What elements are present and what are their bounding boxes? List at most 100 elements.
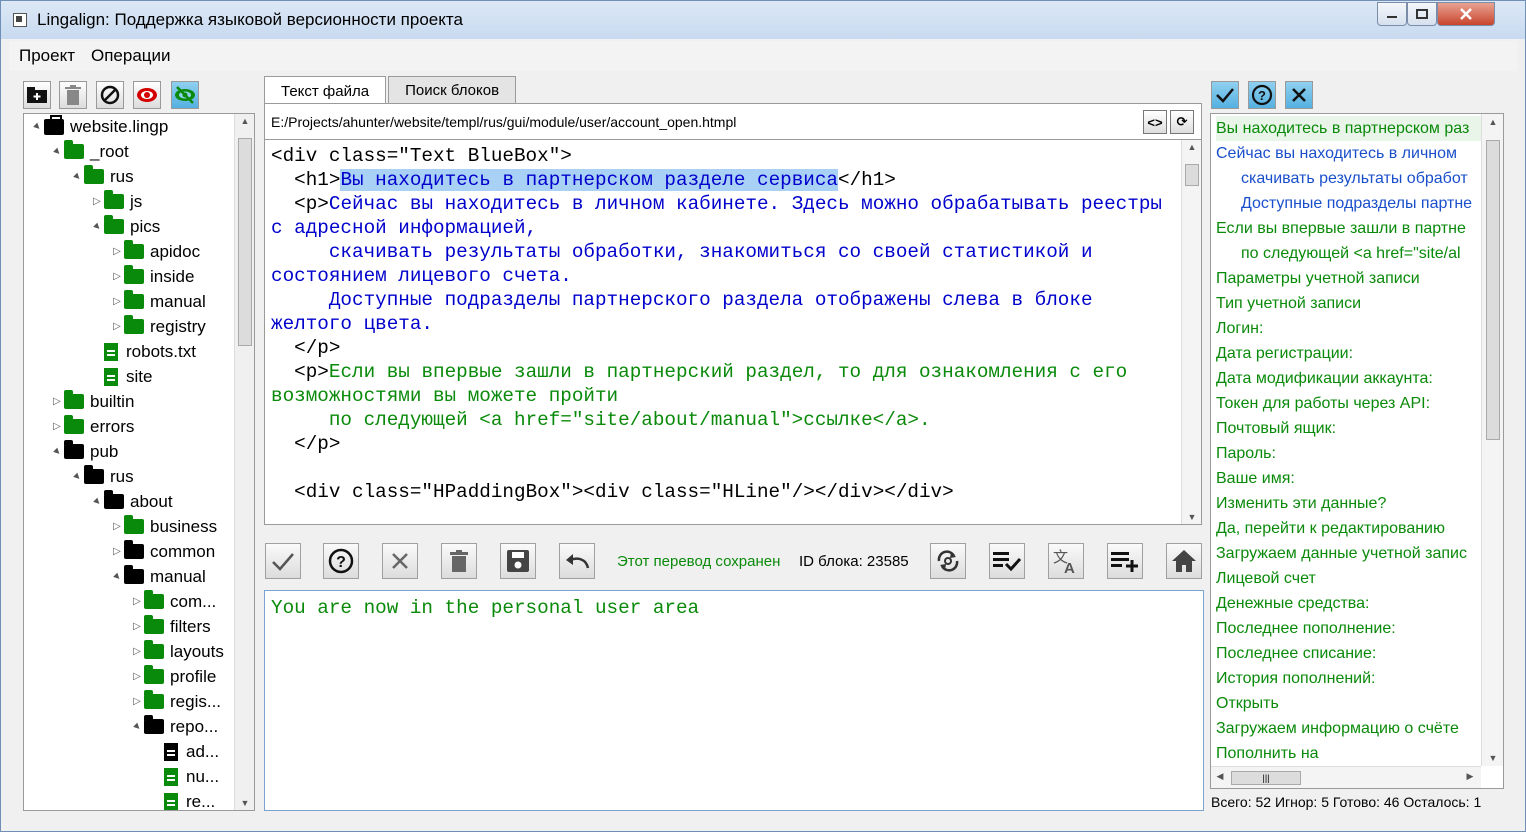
show-done-button[interactable]: [1211, 81, 1239, 109]
maximize-button[interactable]: [1407, 2, 1437, 26]
tree-item[interactable]: ▷ com...: [130, 589, 216, 614]
block-item[interactable]: Дата регистрации:: [1216, 341, 1481, 366]
tree-item[interactable]: ▷ business: [110, 514, 217, 539]
tree-item[interactable]: ▷ js: [90, 189, 142, 214]
show-rejected-button[interactable]: [1285, 81, 1313, 109]
block-item[interactable]: История пополнений:: [1216, 666, 1481, 691]
block-item[interactable]: Ваше имя:: [1216, 466, 1481, 491]
block-item[interactable]: Параметры учетной записи: [1216, 266, 1481, 291]
collapsed-arrow-icon[interactable]: ▷: [130, 621, 144, 632]
show-ignored-button[interactable]: [133, 81, 161, 109]
add-folder-button[interactable]: [23, 81, 51, 109]
block-item[interactable]: Пополнить на: [1216, 741, 1481, 766]
tree-item[interactable]: ▷ registry: [110, 314, 206, 339]
translation-editor[interactable]: You are now in the personal user area: [264, 590, 1204, 811]
collapsed-arrow-icon[interactable]: ▷: [130, 696, 144, 707]
collapsed-arrow-icon[interactable]: ▷: [110, 521, 124, 532]
tree-item[interactable]: ▷ profile: [130, 664, 216, 689]
tree-item[interactable]: ad...: [150, 739, 219, 764]
block-item[interactable]: Дата модификации аккаунта:: [1216, 366, 1481, 391]
block-item[interactable]: Токен для работы через API:: [1216, 391, 1481, 416]
tree-scrollbar[interactable]: ▲ ▼: [234, 114, 254, 810]
tree-item[interactable]: ▲ manual: [110, 564, 206, 589]
delete-button[interactable]: [59, 81, 87, 109]
collapsed-arrow-icon[interactable]: ▷: [90, 196, 104, 207]
collapsed-arrow-icon[interactable]: ▷: [50, 421, 64, 432]
blocks-hscrollbar[interactable]: ◀ ||| ▶: [1211, 766, 1481, 788]
tree-item[interactable]: ▲ _root: [50, 139, 129, 164]
scroll-right-icon[interactable]: ▶: [1463, 771, 1477, 782]
sync-button[interactable]: [930, 543, 966, 579]
project-tree[interactable]: ▲ website.lingp ▲ _root ▲ rus ▷ js ▲ pics ▷ apidoc ▷…: [23, 113, 255, 811]
tree-item[interactable]: ▲ rus: [70, 464, 134, 489]
block-item[interactable]: скачивать результаты обработ: [1241, 166, 1481, 191]
tree-item[interactable]: ▷ manual: [110, 289, 206, 314]
home-button[interactable]: [1166, 543, 1202, 579]
tree-item[interactable]: ▷ inside: [110, 264, 194, 289]
menu-project[interactable]: Проект: [19, 46, 75, 66]
reject-button[interactable]: [382, 543, 418, 579]
block-item[interactable]: Тип учетной записи: [1216, 291, 1481, 316]
undo-button[interactable]: [559, 543, 595, 579]
scroll-up-icon[interactable]: ▲: [235, 116, 254, 126]
tree-item[interactable]: ▲ pub: [50, 439, 118, 464]
tree-item[interactable]: ▷ builtin: [50, 389, 134, 414]
block-item[interactable]: Логин:: [1216, 316, 1481, 341]
tree-item[interactable]: ▲ repo...: [130, 714, 218, 739]
collapsed-arrow-icon[interactable]: ▷: [50, 396, 64, 407]
block-item[interactable]: Пароль:: [1216, 441, 1481, 466]
delete-translation-button[interactable]: [441, 543, 477, 579]
code-scroll-thumb[interactable]: [1185, 164, 1199, 186]
tree-item[interactable]: site: [90, 364, 152, 389]
check-list-button[interactable]: [989, 543, 1025, 579]
scroll-down-icon[interactable]: ▼: [1482, 753, 1503, 763]
scroll-up-icon[interactable]: ▲: [1482, 117, 1503, 127]
block-item[interactable]: Загружаем информацию о счёте: [1216, 716, 1481, 741]
tree-item[interactable]: ▷ filters: [130, 614, 211, 639]
reload-file-button[interactable]: ⟳: [1170, 110, 1194, 134]
unsure-button[interactable]: ?: [323, 543, 359, 579]
block-item[interactable]: Изменить эти данные?: [1216, 491, 1481, 516]
close-window-button[interactable]: [1437, 2, 1495, 26]
block-item[interactable]: Последнее пополнение:: [1216, 616, 1481, 641]
block-item[interactable]: Лицевой счет: [1216, 566, 1481, 591]
block-item[interactable]: Вы находитесь в партнерском раз: [1216, 116, 1481, 141]
collapsed-arrow-icon[interactable]: ▷: [130, 671, 144, 682]
tree-item[interactable]: ▷ errors: [50, 414, 134, 439]
save-button[interactable]: [500, 543, 536, 579]
tree-item[interactable]: re...: [150, 789, 215, 810]
hide-ignored-button[interactable]: [171, 81, 199, 109]
tree-item[interactable]: ▷ layouts: [130, 639, 224, 664]
code-scrollbar[interactable]: ▲ ▼: [1181, 140, 1201, 524]
code-view-button[interactable]: <>: [1143, 110, 1167, 134]
block-item[interactable]: Почтовый ящик:: [1216, 416, 1481, 441]
ignore-button[interactable]: [96, 81, 124, 109]
tree-item[interactable]: ▷ regis...: [130, 689, 221, 714]
menu-operations[interactable]: Операции: [91, 46, 171, 66]
collapsed-arrow-icon[interactable]: ▷: [110, 321, 124, 332]
tree-scroll-thumb[interactable]: [238, 138, 252, 346]
blocks-hscroll-thumb[interactable]: |||: [1231, 771, 1301, 785]
tab-file-text[interactable]: Текст файла: [264, 76, 387, 105]
collapsed-arrow-icon[interactable]: ▷: [110, 546, 124, 557]
block-item[interactable]: Загружаем данные учетной запис: [1216, 541, 1481, 566]
translation-text[interactable]: You are now in the personal user area: [271, 597, 699, 619]
block-item[interactable]: Если вы впервые зашли в партне: [1216, 216, 1481, 241]
tree-item[interactable]: ▲ rus: [70, 164, 134, 189]
scroll-left-icon[interactable]: ◀: [1213, 771, 1227, 782]
block-item[interactable]: по следующей <a href="site/al: [1241, 241, 1481, 266]
scroll-up-icon[interactable]: ▲: [1182, 142, 1201, 152]
minimize-button[interactable]: [1377, 2, 1407, 26]
tree-item[interactable]: ▷ common: [110, 539, 215, 564]
collapsed-arrow-icon[interactable]: ▷: [130, 646, 144, 657]
tree-item[interactable]: ▲ pics: [90, 214, 160, 239]
code-h1-text-selected[interactable]: Вы находитесь в партнерском разделе серв…: [340, 169, 838, 191]
blocks-scrollbar[interactable]: ▲ ▼: [1481, 114, 1503, 766]
block-item[interactable]: Сейчас вы находитесь в личном: [1216, 141, 1481, 166]
block-item[interactable]: Открыть: [1216, 691, 1481, 716]
translate-button[interactable]: 文A: [1048, 543, 1084, 579]
collapsed-arrow-icon[interactable]: ▷: [130, 596, 144, 607]
collapsed-arrow-icon[interactable]: ▷: [110, 296, 124, 307]
block-item[interactable]: Доступные подразделы партне: [1241, 191, 1481, 216]
code-paragraph-2[interactable]: Если вы впервые зашли в партнерский разд…: [271, 361, 1139, 431]
